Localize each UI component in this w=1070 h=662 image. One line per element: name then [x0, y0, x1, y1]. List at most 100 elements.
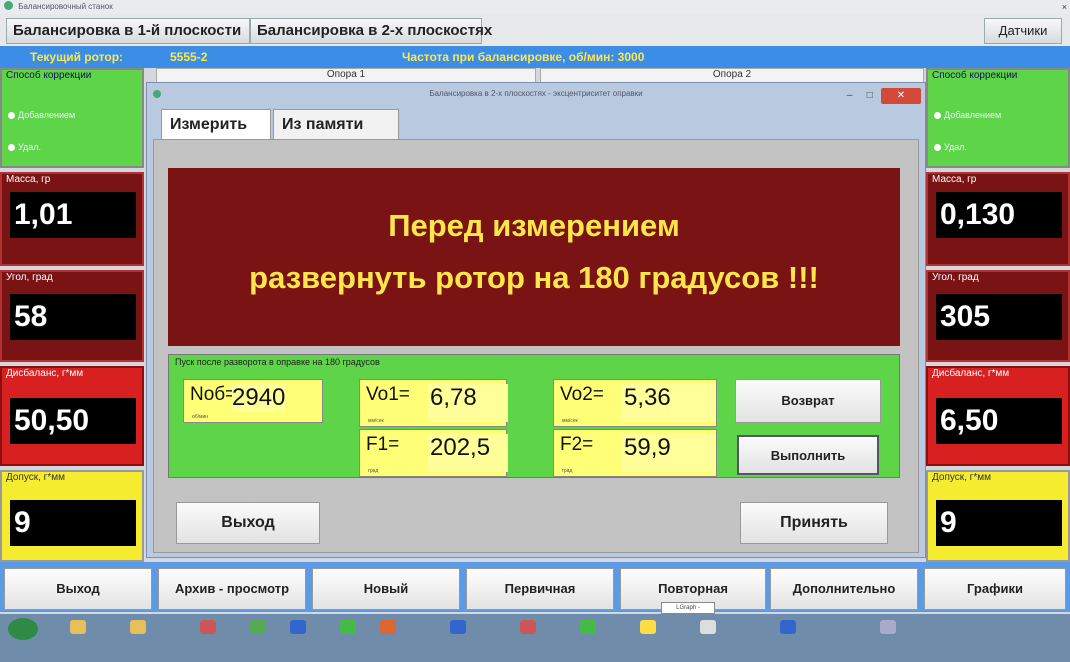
accept-button[interactable]: Принять	[740, 502, 888, 544]
tray-icon[interactable]	[880, 620, 896, 634]
app-icon[interactable]	[450, 620, 466, 634]
balancing-speed: Частота при балансировке, об/мин: 3000	[402, 50, 645, 64]
current-rotor-label: Текущий ротор:	[30, 50, 124, 64]
phase2-unit: град	[562, 468, 573, 474]
angle-value: 58	[10, 294, 136, 340]
mass-label: Масса, гр	[932, 174, 977, 185]
mode-tabs: Балансировка в 1-й плоскости Балансировк…	[0, 14, 1070, 46]
window-close-icon[interactable]: ×	[1062, 0, 1067, 14]
tab-sensors[interactable]: Датчики	[984, 18, 1062, 44]
maximize-icon[interactable]: □	[861, 88, 879, 104]
phase2-value: 59,9	[622, 434, 716, 472]
tab-single-plane[interactable]: Балансировка в 1-й плоскости	[6, 18, 250, 44]
app-icon[interactable]	[340, 620, 356, 634]
tab-from-memory[interactable]: Из памяти	[273, 109, 399, 139]
app-icon[interactable]	[700, 620, 716, 634]
radio-icon	[934, 112, 941, 119]
unbalance-label: Дисбаланс, г*мм	[932, 368, 1010, 379]
vibration2-value: 5,36	[622, 384, 716, 422]
start-button[interactable]	[8, 618, 38, 640]
app-icon[interactable]	[520, 620, 536, 634]
tolerance-panel: Допуск, г*мм 9	[0, 470, 144, 562]
method-option-add[interactable]: Добавлением	[934, 110, 1001, 120]
app-icon[interactable]	[780, 620, 796, 634]
method-option-remove[interactable]: Удал.	[934, 142, 967, 152]
new-button[interactable]: Новый	[312, 568, 460, 610]
execute-button[interactable]: Выполнить	[737, 435, 879, 475]
vibration2-unit: мм/сек	[562, 418, 578, 424]
phase1-field: F1= град 202,5	[359, 429, 508, 477]
return-button[interactable]: Возврат	[735, 379, 881, 423]
tolerance-label: Допуск, г*мм	[932, 472, 991, 483]
vibration2-field: Vo2= мм/сек 5,36	[553, 379, 717, 427]
app-icon[interactable]	[380, 620, 396, 634]
mass-panel: Масса, гр 1,01	[0, 172, 144, 266]
vibration1-label: Vo1=	[366, 384, 410, 405]
phase2-label: F2=	[560, 434, 594, 455]
radio-icon	[934, 144, 941, 151]
radio-icon	[8, 144, 15, 151]
correction-method-panel: Способ коррекции Добавлением Удал.	[0, 68, 144, 168]
speed-value: 2940	[232, 384, 286, 412]
window-title: Балансировочный станок	[18, 2, 113, 11]
mass-value: 0,130	[936, 192, 1062, 238]
app-icon[interactable]	[580, 620, 596, 634]
correction-method-label: Способ коррекции	[6, 70, 92, 81]
angle-label: Угол, град	[6, 272, 53, 283]
phase2-field: F2= град 59,9	[553, 429, 717, 477]
phase1-label: F1=	[366, 434, 400, 455]
close-icon[interactable]: ✕	[881, 88, 921, 104]
taskbar	[0, 614, 1070, 662]
dialog-title: Балансировка в 2-х плоскостях - эксцентр…	[429, 89, 643, 98]
launch-group: Пуск после разворота в оправке на 180 гр…	[168, 354, 900, 478]
mass-label: Масса, гр	[6, 174, 51, 185]
phase1-unit: град	[368, 468, 379, 474]
charts-button[interactable]: Графики	[924, 568, 1066, 610]
vibration2-label: Vo2=	[560, 384, 604, 405]
angle-label: Угол, град	[932, 272, 979, 283]
warning-banner: Перед измерением развернуть ротор на 180…	[168, 168, 900, 346]
tab-measure[interactable]: Измерить	[161, 109, 271, 139]
current-rotor-value: 5555-2	[170, 50, 208, 64]
tolerance-label: Допуск, г*мм	[6, 472, 65, 483]
angle-value: 305	[936, 294, 1062, 340]
phase1-value: 202,5	[428, 434, 508, 472]
exit-button[interactable]: Выход	[4, 568, 152, 610]
folder-icon[interactable]	[130, 620, 146, 634]
tab-two-plane[interactable]: Балансировка в 2-х плоскостях	[250, 18, 492, 44]
tooltip: LGraph - Просмотр	[661, 602, 715, 621]
dialog-exit-button[interactable]: Выход	[176, 502, 320, 544]
folder-icon[interactable]	[70, 620, 86, 634]
eccentricity-dialog: Балансировка в 2-х плоскостях - эксцентр…	[146, 82, 926, 558]
info-bar: Текущий ротор: 5555-2 Частота при баланс…	[0, 46, 1070, 68]
warning-line-1: Перед измерением	[388, 208, 680, 243]
vibration1-unit: мм/сек	[368, 418, 384, 424]
method-option-add[interactable]: Добавлением	[8, 110, 75, 120]
app-icon[interactable]	[640, 620, 656, 634]
unbalance-value: 50,50	[10, 398, 136, 444]
app-icon[interactable]	[200, 620, 216, 634]
app-icon	[153, 90, 161, 98]
app-icon[interactable]	[290, 620, 306, 634]
warning-line-2: развернуть ротор на 180 градусов !!!	[249, 260, 819, 295]
correction-method-label: Способ коррекции	[932, 70, 1018, 81]
speed-field: Nоб= об/мин 2940	[183, 379, 323, 423]
app-icon[interactable]	[250, 620, 266, 634]
speed-unit: об/мин	[192, 414, 209, 420]
unbalance-value: 6,50	[936, 398, 1062, 444]
primary-button[interactable]: Первичная	[466, 568, 614, 610]
mass-panel: Масса, гр 0,130	[926, 172, 1070, 266]
method-option-remove[interactable]: Удал.	[8, 142, 41, 152]
dialog-body: Перед измерением развернуть ротор на 180…	[153, 139, 919, 553]
tolerance-panel: Допуск, г*мм 9	[926, 470, 1070, 562]
tolerance-value: 9	[10, 500, 136, 546]
radio-icon	[8, 112, 15, 119]
unbalance-panel: Дисбаланс, г*мм 50,50	[0, 366, 144, 466]
archive-view-button[interactable]: Архив - просмотр	[158, 568, 306, 610]
mass-value: 1,01	[10, 192, 136, 238]
app-icon	[4, 1, 13, 10]
dialog-window-controls: – □ ✕	[841, 85, 921, 107]
minimize-icon[interactable]: –	[841, 88, 859, 104]
speed-label: Nоб=	[190, 384, 237, 405]
additional-button[interactable]: Дополнительно	[770, 568, 918, 610]
